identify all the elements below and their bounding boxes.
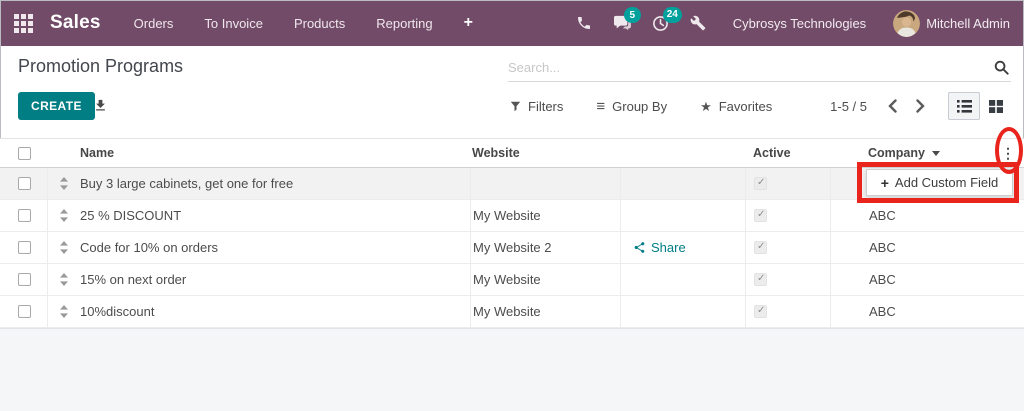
app-name[interactable]: Sales bbox=[50, 12, 101, 34]
nav-item-to-invoice[interactable]: To Invoice bbox=[204, 16, 263, 31]
row-checkbox[interactable] bbox=[18, 305, 31, 318]
cell-company: ABC bbox=[830, 200, 1024, 231]
cell-website bbox=[470, 168, 620, 199]
export-icon[interactable] bbox=[93, 98, 108, 113]
nav-item-reporting[interactable]: Reporting bbox=[376, 16, 432, 31]
cell-website: My Website bbox=[470, 264, 620, 295]
active-checkbox[interactable] bbox=[754, 273, 767, 286]
cell-name: 10%discount bbox=[80, 304, 155, 319]
activities-badge: 24 bbox=[662, 6, 682, 23]
optional-columns-icon[interactable]: ⋮ bbox=[1001, 139, 1015, 167]
sort-desc-icon bbox=[931, 150, 940, 156]
nav-plus-button[interactable]: + bbox=[464, 14, 473, 32]
star-icon: ★ bbox=[700, 98, 712, 114]
nav-menu: Orders To Invoice Products Reporting bbox=[134, 16, 433, 31]
list-row-5[interactable]: 10%discount My Website ABC bbox=[0, 296, 1024, 328]
drag-handle-icon[interactable] bbox=[48, 168, 80, 199]
filters-button[interactable]: Filters bbox=[510, 99, 563, 114]
cell-name: Buy 3 large cabinets, get one for free bbox=[80, 176, 294, 191]
group-by-icon: ≡ bbox=[596, 97, 606, 115]
cell-website: My Website bbox=[470, 200, 620, 231]
share-icon bbox=[634, 242, 645, 253]
user-menu[interactable]: Mitchell Admin bbox=[893, 9, 1010, 37]
active-checkbox[interactable] bbox=[754, 305, 767, 318]
list-row-3[interactable]: Code for 10% on orders My Website 2 Shar… bbox=[0, 232, 1024, 264]
activities-icon[interactable]: 24 bbox=[652, 6, 682, 32]
drag-handle-icon[interactable] bbox=[48, 200, 80, 231]
promotion-programs-list: Name Website Active Company ⋮ Buy 3 larg… bbox=[0, 138, 1024, 328]
share-button[interactable]: Share bbox=[633, 240, 686, 255]
column-header-company[interactable]: Company bbox=[830, 139, 1024, 167]
messages-icon[interactable]: 5 bbox=[613, 7, 641, 31]
user-name: Mitchell Admin bbox=[926, 15, 1010, 31]
row-checkbox[interactable] bbox=[18, 209, 31, 222]
kanban-view-icon bbox=[989, 99, 1003, 113]
tools-icon[interactable] bbox=[690, 15, 706, 31]
phone-icon[interactable] bbox=[576, 15, 592, 31]
cell-company: ABC bbox=[830, 232, 1024, 263]
search-icon[interactable] bbox=[992, 58, 1011, 77]
apps-menu-icon[interactable] bbox=[14, 13, 33, 33]
list-view-button[interactable] bbox=[948, 92, 980, 120]
column-header-active[interactable]: Active bbox=[745, 139, 830, 167]
row-checkbox[interactable] bbox=[18, 273, 31, 286]
company-switcher[interactable]: Cybrosys Technologies bbox=[733, 16, 866, 31]
cell-name: 25 % DISCOUNT bbox=[80, 208, 182, 223]
search-options: Filters ≡ Group By ★ Favorites bbox=[510, 92, 772, 120]
pager: 1-5 / 5 bbox=[830, 92, 1012, 120]
list-header-row: Name Website Active Company ⋮ bbox=[0, 138, 1024, 168]
cell-company: ABC bbox=[830, 296, 1024, 327]
cell-website: My Website 2 bbox=[470, 232, 620, 263]
drag-handle-icon[interactable] bbox=[48, 296, 80, 327]
pager-previous-icon[interactable] bbox=[886, 97, 899, 115]
active-checkbox[interactable] bbox=[754, 177, 767, 190]
list-row-4[interactable]: 15% on next order My Website ABC bbox=[0, 264, 1024, 296]
active-checkbox[interactable] bbox=[754, 241, 767, 254]
avatar bbox=[893, 9, 921, 37]
filter-icon bbox=[510, 101, 521, 111]
plus-icon: + bbox=[880, 174, 889, 191]
drag-handle-icon[interactable] bbox=[48, 232, 80, 263]
nav-item-products[interactable]: Products bbox=[294, 16, 345, 31]
view-switcher bbox=[948, 92, 1012, 120]
cell-company: ABC bbox=[830, 264, 1024, 295]
column-header-website[interactable]: Website bbox=[470, 139, 620, 167]
kanban-view-button[interactable] bbox=[980, 92, 1012, 120]
add-custom-field-label: Add Custom Field bbox=[894, 175, 999, 190]
search-bar bbox=[508, 54, 1011, 82]
drag-handle-icon[interactable] bbox=[48, 264, 80, 295]
cell-website: My Website bbox=[470, 296, 620, 327]
column-header-name[interactable]: Name bbox=[80, 139, 470, 167]
create-button[interactable]: CREATE bbox=[18, 92, 95, 120]
group-by-button[interactable]: ≡ Group By bbox=[596, 99, 667, 114]
list-row-2[interactable]: 25 % DISCOUNT My Website ABC bbox=[0, 200, 1024, 232]
select-all-checkbox[interactable] bbox=[18, 146, 31, 160]
search-input[interactable] bbox=[508, 60, 992, 75]
pager-range: 1-5 / 5 bbox=[830, 98, 867, 114]
add-custom-field-menu-item[interactable]: + Add Custom Field bbox=[866, 169, 1013, 196]
list-view-icon bbox=[956, 99, 972, 113]
content-background bbox=[0, 328, 1024, 411]
messages-badge: 5 bbox=[623, 7, 641, 23]
row-checkbox[interactable] bbox=[18, 177, 31, 190]
row-checkbox[interactable] bbox=[18, 241, 31, 254]
cell-name: 15% on next order bbox=[80, 272, 187, 287]
page-title: Promotion Programs bbox=[18, 56, 184, 76]
cell-name: Code for 10% on orders bbox=[80, 240, 219, 255]
top-navbar: Sales Orders To Invoice Products Reporti… bbox=[0, 0, 1024, 46]
navbar-right: 5 24 Cybrosys Technologies Mitchell Admi… bbox=[576, 6, 1010, 37]
pager-next-icon[interactable] bbox=[914, 97, 927, 115]
active-checkbox[interactable] bbox=[754, 209, 767, 222]
nav-item-orders[interactable]: Orders bbox=[134, 16, 174, 31]
favorites-button[interactable]: ★ Favorites bbox=[700, 99, 772, 114]
